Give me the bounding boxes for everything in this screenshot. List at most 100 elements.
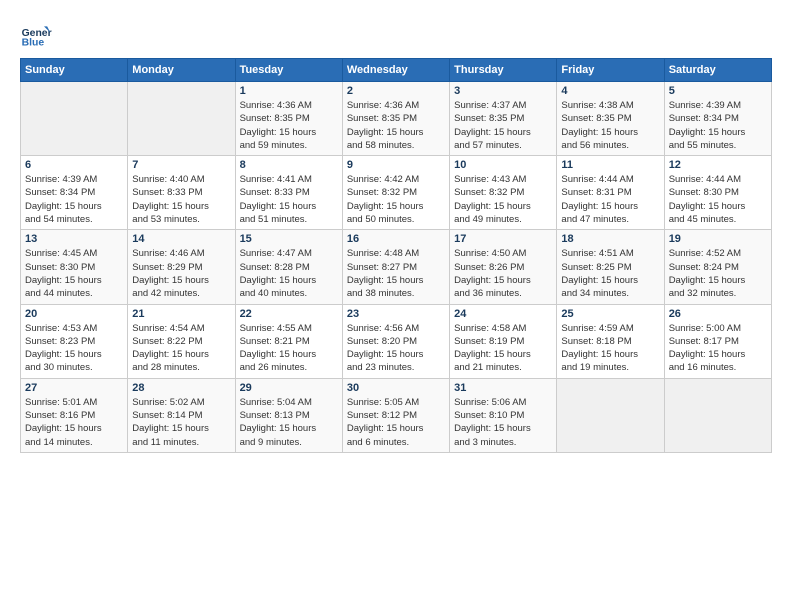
calendar-cell: 28 Sunrise: 5:02 AM Sunset: 8:14 PM Dayli… [128,378,235,452]
calendar-cell: 14 Sunrise: 4:46 AM Sunset: 8:29 PM Dayli… [128,230,235,304]
day-detail: Sunrise: 4:52 AM Sunset: 8:24 PM Dayligh… [669,247,767,300]
day-number: 18 [561,233,659,245]
calendar-cell [557,378,664,452]
day-number: 23 [347,308,445,320]
day-detail: Sunrise: 4:50 AM Sunset: 8:26 PM Dayligh… [454,247,552,300]
day-detail: Sunrise: 4:44 AM Sunset: 8:30 PM Dayligh… [669,173,767,226]
calendar-body: 1 Sunrise: 4:36 AM Sunset: 8:35 PM Daylig… [21,82,772,453]
day-number: 19 [669,233,767,245]
day-detail: Sunrise: 4:59 AM Sunset: 8:18 PM Dayligh… [561,322,659,375]
calendar-header-row: SundayMondayTuesdayWednesdayThursdayFrid… [21,59,772,82]
calendar-cell [128,82,235,156]
day-number: 30 [347,382,445,394]
calendar-cell: 11Sunrise: 4:44 AM Sunset: 8:31 PM Dayli… [557,156,664,230]
calendar-cell [21,82,128,156]
day-detail: Sunrise: 4:47 AM Sunset: 8:28 PM Dayligh… [240,247,338,300]
day-detail: Sunrise: 4:51 AM Sunset: 8:25 PM Dayligh… [561,247,659,300]
day-detail: Sunrise: 4:46 AM Sunset: 8:29 PM Dayligh… [132,247,230,300]
day-number: 3 [454,85,552,97]
calendar-cell: 23 Sunrise: 4:56 AM Sunset: 8:20 PM Dayli… [342,304,449,378]
calendar-cell: 12Sunrise: 4:44 AM Sunset: 8:30 PM Dayli… [664,156,771,230]
day-number: 13 [25,233,123,245]
day-detail: Sunrise: 5:02 AM Sunset: 8:14 PM Dayligh… [132,396,230,449]
calendar-cell: 18 Sunrise: 4:51 AM Sunset: 8:25 PM Dayli… [557,230,664,304]
day-number: 21 [132,308,230,320]
day-detail: Sunrise: 4:40 AM Sunset: 8:33 PM Dayligh… [132,173,230,226]
weekday-header: Thursday [450,59,557,82]
weekday-header: Wednesday [342,59,449,82]
day-number: 15 [240,233,338,245]
calendar-week-row: 27 Sunrise: 5:01 AM Sunset: 8:16 PM Dayli… [21,378,772,452]
day-number: 25 [561,308,659,320]
day-detail: Sunrise: 4:54 AM Sunset: 8:22 PM Dayligh… [132,322,230,375]
weekday-header: Tuesday [235,59,342,82]
weekday-header: Sunday [21,59,128,82]
calendar-cell: 25 Sunrise: 4:59 AM Sunset: 8:18 PM Dayli… [557,304,664,378]
day-number: 9 [347,159,445,171]
day-number: 29 [240,382,338,394]
calendar-cell [664,378,771,452]
calendar-cell: 10Sunrise: 4:43 AM Sunset: 8:32 PM Dayli… [450,156,557,230]
calendar-cell: 26 Sunrise: 5:00 AM Sunset: 8:17 PM Dayli… [664,304,771,378]
calendar-cell: 8 Sunrise: 4:41 AM Sunset: 8:33 PM Daylig… [235,156,342,230]
calendar-table: SundayMondayTuesdayWednesdayThursdayFrid… [20,58,772,453]
day-detail: Sunrise: 4:48 AM Sunset: 8:27 PM Dayligh… [347,247,445,300]
calendar-cell: 3Sunrise: 4:37 AM Sunset: 8:35 PM Daylig… [450,82,557,156]
day-detail: Sunrise: 4:58 AM Sunset: 8:19 PM Dayligh… [454,322,552,375]
calendar-cell: 16 Sunrise: 4:48 AM Sunset: 8:27 PM Dayli… [342,230,449,304]
day-number: 5 [669,85,767,97]
weekday-header: Monday [128,59,235,82]
calendar-cell: 13 Sunrise: 4:45 AM Sunset: 8:30 PM Dayli… [21,230,128,304]
day-detail: Sunrise: 5:04 AM Sunset: 8:13 PM Dayligh… [240,396,338,449]
calendar-cell: 19 Sunrise: 4:52 AM Sunset: 8:24 PM Dayli… [664,230,771,304]
day-number: 4 [561,85,659,97]
calendar-cell: 9 Sunrise: 4:42 AM Sunset: 8:32 PM Daylig… [342,156,449,230]
calendar-cell: 27 Sunrise: 5:01 AM Sunset: 8:16 PM Dayli… [21,378,128,452]
day-detail: Sunrise: 4:41 AM Sunset: 8:33 PM Dayligh… [240,173,338,226]
day-number: 24 [454,308,552,320]
day-number: 16 [347,233,445,245]
calendar-cell: 22 Sunrise: 4:55 AM Sunset: 8:21 PM Dayli… [235,304,342,378]
calendar-cell: 6 Sunrise: 4:39 AM Sunset: 8:34 PM Daylig… [21,156,128,230]
day-number: 31 [454,382,552,394]
day-number: 6 [25,159,123,171]
day-detail: Sunrise: 5:01 AM Sunset: 8:16 PM Dayligh… [25,396,123,449]
calendar-cell: 7 Sunrise: 4:40 AM Sunset: 8:33 PM Daylig… [128,156,235,230]
calendar-cell: 30 Sunrise: 5:05 AM Sunset: 8:12 PM Dayli… [342,378,449,452]
day-detail: Sunrise: 4:53 AM Sunset: 8:23 PM Dayligh… [25,322,123,375]
calendar-week-row: 13 Sunrise: 4:45 AM Sunset: 8:30 PM Dayli… [21,230,772,304]
day-detail: Sunrise: 5:05 AM Sunset: 8:12 PM Dayligh… [347,396,445,449]
day-detail: Sunrise: 4:36 AM Sunset: 8:35 PM Dayligh… [240,99,338,152]
day-detail: Sunrise: 4:43 AM Sunset: 8:32 PM Dayligh… [454,173,552,226]
day-detail: Sunrise: 5:00 AM Sunset: 8:17 PM Dayligh… [669,322,767,375]
day-detail: Sunrise: 4:45 AM Sunset: 8:30 PM Dayligh… [25,247,123,300]
day-number: 8 [240,159,338,171]
calendar-cell: 31 Sunrise: 5:06 AM Sunset: 8:10 PM Dayli… [450,378,557,452]
day-number: 7 [132,159,230,171]
day-number: 28 [132,382,230,394]
day-detail: Sunrise: 4:39 AM Sunset: 8:34 PM Dayligh… [25,173,123,226]
calendar-cell: 5 Sunrise: 4:39 AM Sunset: 8:34 PM Daylig… [664,82,771,156]
day-detail: Sunrise: 4:36 AM Sunset: 8:35 PM Dayligh… [347,99,445,152]
day-number: 27 [25,382,123,394]
day-number: 26 [669,308,767,320]
day-detail: Sunrise: 4:38 AM Sunset: 8:35 PM Dayligh… [561,99,659,152]
day-number: 22 [240,308,338,320]
calendar-cell: 24 Sunrise: 4:58 AM Sunset: 8:19 PM Dayli… [450,304,557,378]
day-detail: Sunrise: 5:06 AM Sunset: 8:10 PM Dayligh… [454,396,552,449]
day-detail: Sunrise: 4:39 AM Sunset: 8:34 PM Dayligh… [669,99,767,152]
day-detail: Sunrise: 4:55 AM Sunset: 8:21 PM Dayligh… [240,322,338,375]
calendar-cell: 4 Sunrise: 4:38 AM Sunset: 8:35 PM Daylig… [557,82,664,156]
weekday-header: Saturday [664,59,771,82]
day-detail: Sunrise: 4:56 AM Sunset: 8:20 PM Dayligh… [347,322,445,375]
day-detail: Sunrise: 4:42 AM Sunset: 8:32 PM Dayligh… [347,173,445,226]
calendar-cell: 20 Sunrise: 4:53 AM Sunset: 8:23 PM Dayli… [21,304,128,378]
day-number: 1 [240,85,338,97]
calendar-week-row: 1 Sunrise: 4:36 AM Sunset: 8:35 PM Daylig… [21,82,772,156]
day-number: 14 [132,233,230,245]
page-header: General Blue [20,20,772,52]
logo: General Blue [20,20,52,52]
calendar-cell: 29 Sunrise: 5:04 AM Sunset: 8:13 PM Dayli… [235,378,342,452]
svg-text:Blue: Blue [22,38,45,49]
day-number: 20 [25,308,123,320]
